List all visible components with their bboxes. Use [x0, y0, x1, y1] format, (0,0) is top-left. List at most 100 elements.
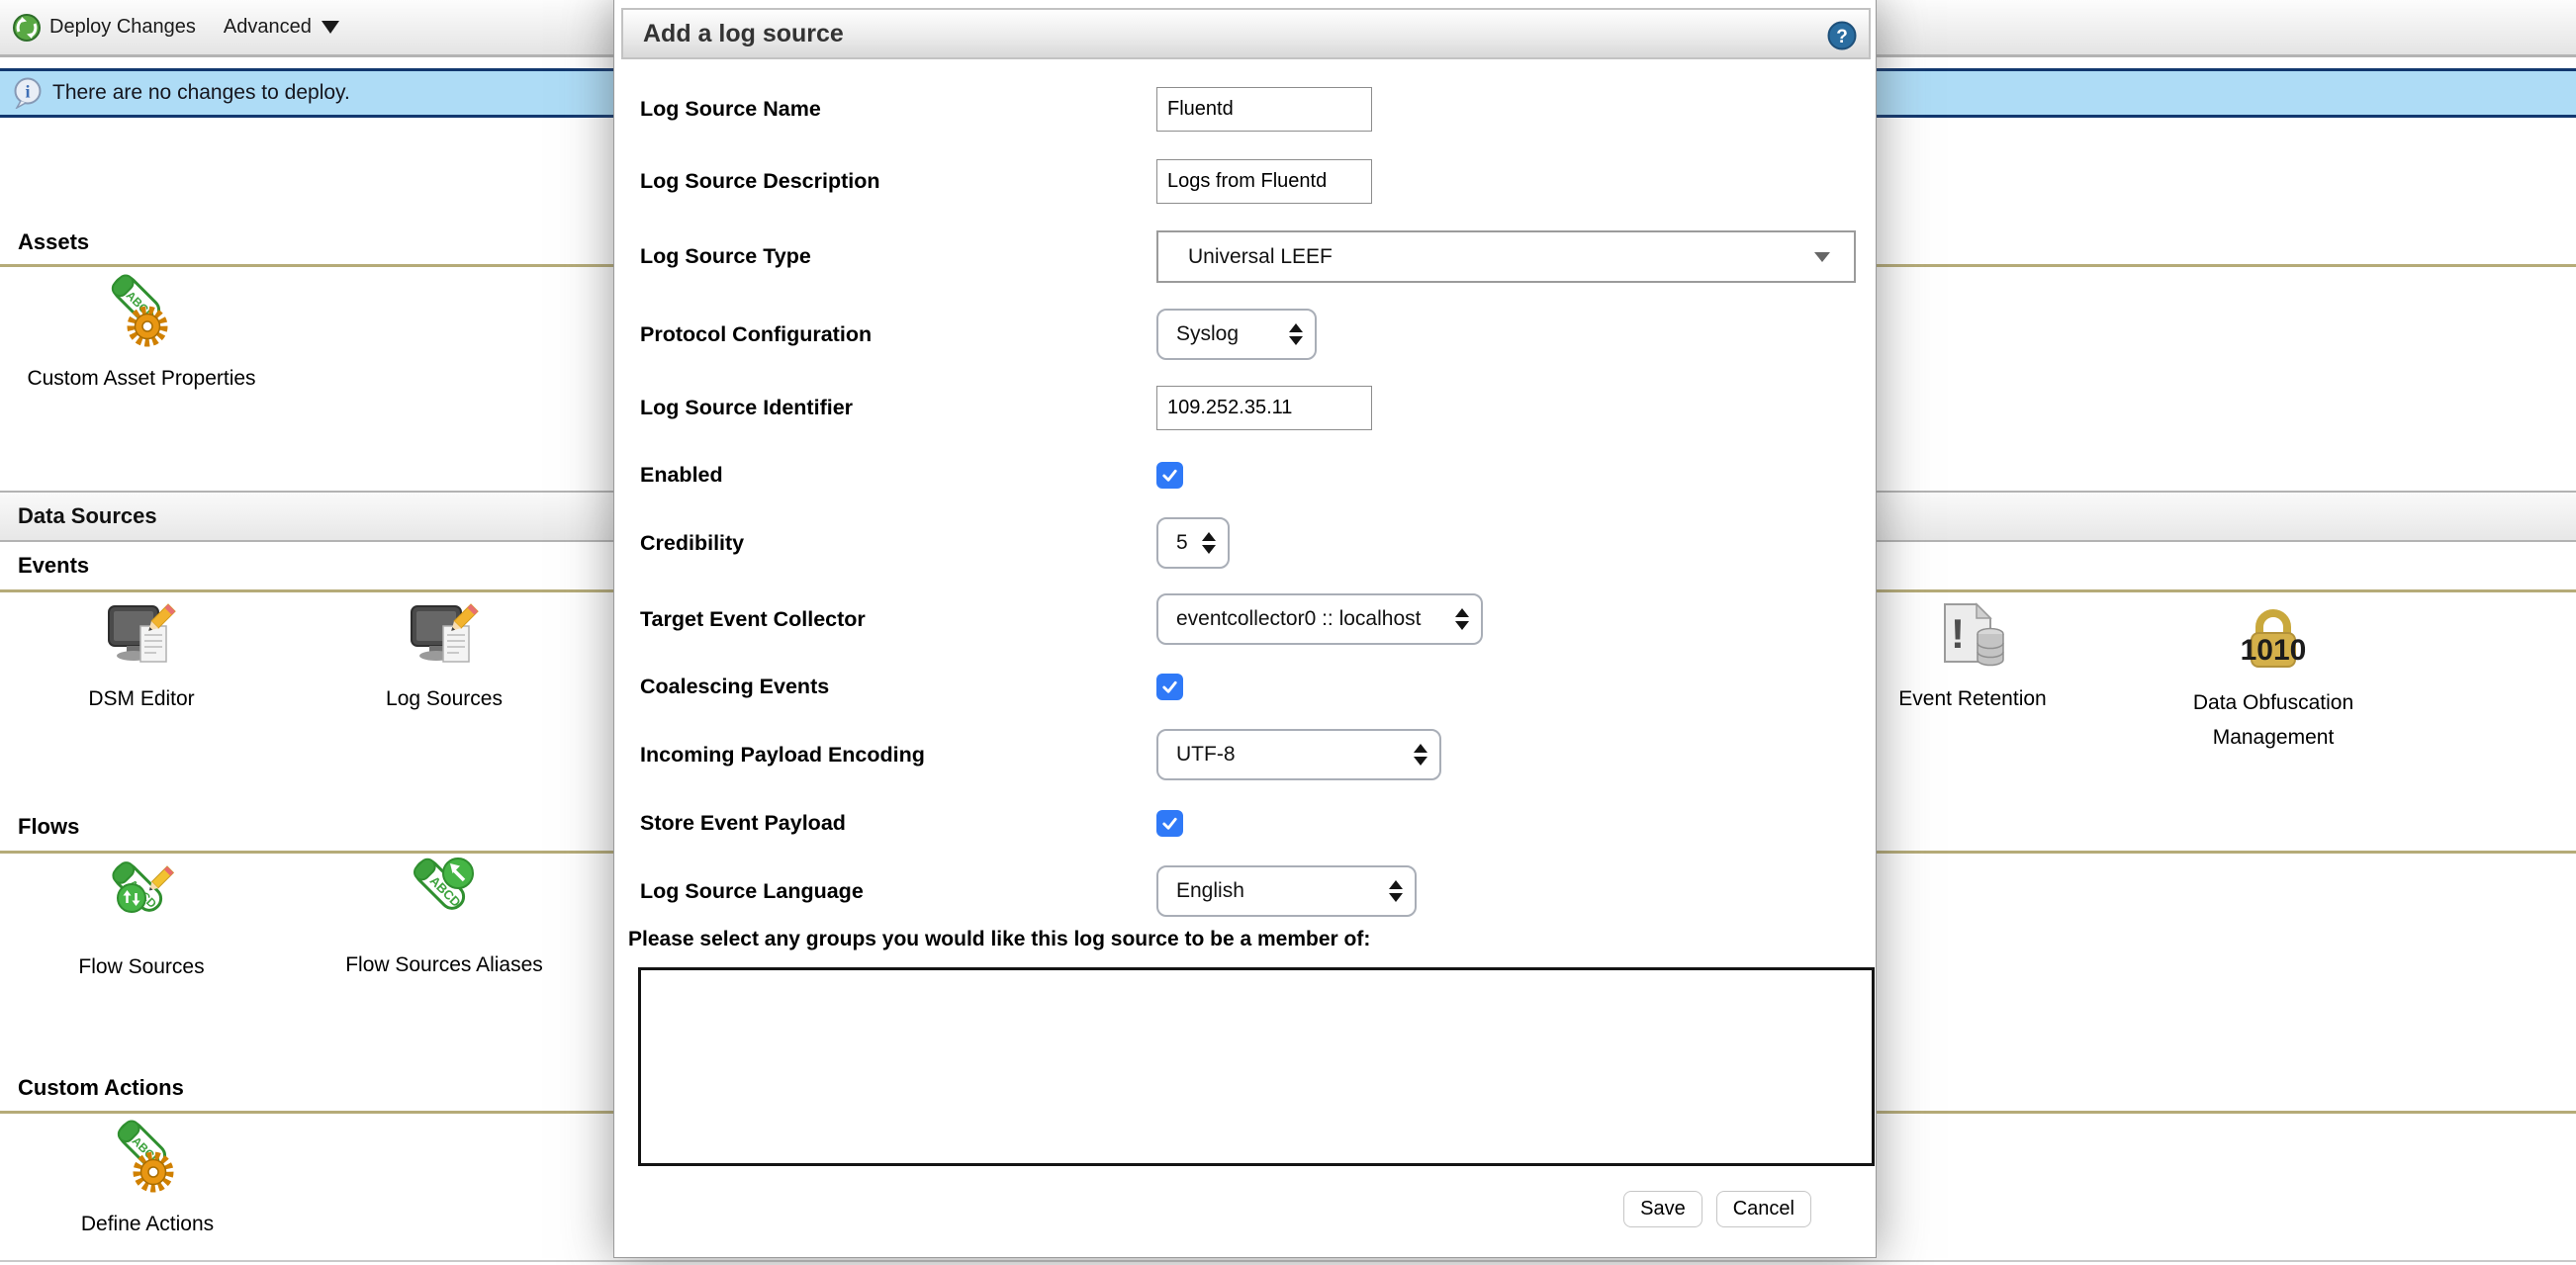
checkmark-icon	[1160, 814, 1179, 833]
shortcut-data-obfuscation-management[interactable]: 1010 Data Obfuscation Management	[2132, 602, 2415, 755]
shortcut-label: Data Obfuscation Management	[2132, 685, 2415, 755]
spinner-arrows-icon	[1402, 744, 1427, 766]
field-label: Coalescing Events	[640, 675, 1156, 699]
save-button[interactable]: Save	[1623, 1191, 1702, 1227]
field-row-log-source-name: Log Source Name	[640, 87, 1372, 132]
section-header-custom-actions: Custom Actions	[18, 1075, 184, 1101]
shortcut-custom-asset-properties[interactable]: ABCD Custom Asset Properties	[0, 274, 283, 396]
field-label: Log Source Type	[640, 244, 1156, 269]
svg-text:1010: 1010	[2241, 634, 2307, 667]
select-value: UTF-8	[1176, 743, 1236, 767]
field-row-target-event-collector: Target Event Collector eventcollector0 :…	[640, 593, 1483, 645]
groups-prompt: Please select any groups you would like …	[628, 928, 1370, 951]
shortcut-label: Log Sources	[303, 681, 586, 716]
data-obfuscation-icon: 1010	[2237, 602, 2310, 674]
help-icon[interactable]: ?	[1827, 21, 1857, 50]
field-row-log-source-identifier: Log Source Identifier	[640, 386, 1372, 430]
groups-listbox[interactable]	[638, 967, 1875, 1166]
spinner-arrows-icon	[1377, 880, 1403, 902]
svg-text:!: !	[1951, 610, 1965, 657]
checkmark-icon	[1160, 466, 1179, 485]
spinner-arrows-icon	[1194, 532, 1216, 554]
select-value: English	[1176, 879, 1244, 903]
caret-down-icon	[1814, 252, 1830, 262]
advanced-label: Advanced	[224, 16, 312, 39]
section-rule	[0, 1260, 2576, 1262]
deploy-icon	[12, 13, 42, 43]
shortcut-label: Define Actions	[6, 1207, 289, 1241]
checkmark-icon	[1160, 678, 1179, 696]
spinner-arrows-icon	[1449, 608, 1469, 630]
field-label: Store Event Payload	[640, 811, 1156, 836]
flow-sources-aliases-icon: ABCD	[403, 853, 486, 936]
log-sources-icon	[408, 602, 481, 670]
field-label: Target Event Collector	[640, 607, 1156, 632]
store-event-payload-checkbox[interactable]	[1156, 810, 1183, 837]
cancel-button[interactable]: Cancel	[1716, 1191, 1811, 1227]
shortcut-flow-sources[interactable]: ABCD Flow Sources	[0, 858, 283, 984]
shortcut-dsm-editor[interactable]: DSM Editor	[0, 602, 283, 716]
svg-text:?: ?	[1836, 27, 1848, 47]
shortcut-label: Custom Asset Properties	[0, 361, 283, 396]
define-actions-icon: ABCD	[110, 1120, 185, 1195]
section-header-assets: Assets	[18, 229, 89, 255]
banner-message: There are no changes to deploy.	[52, 81, 350, 105]
field-row-coalescing-events: Coalescing Events	[640, 674, 1183, 700]
field-label: Log Source Language	[640, 879, 1156, 904]
dialog-titlebar: Add a log source ?	[621, 8, 1871, 59]
field-label: Log Source Name	[640, 97, 1156, 122]
advanced-menu-button[interactable]: Advanced	[224, 16, 339, 39]
combo-value: Universal LEEF	[1188, 245, 1333, 269]
field-label: Log Source Identifier	[640, 396, 1156, 420]
dsm-editor-icon	[105, 602, 178, 670]
field-row-incoming-payload-encoding: Incoming Payload Encoding UTF-8	[640, 729, 1441, 780]
target-event-collector-select[interactable]: eventcollector0 :: localhost	[1156, 593, 1483, 645]
field-label: Incoming Payload Encoding	[640, 743, 1156, 768]
incoming-payload-encoding-select[interactable]: UTF-8	[1156, 729, 1441, 780]
spinner-arrows-icon	[1277, 323, 1303, 345]
section-header-events: Events	[18, 553, 89, 579]
field-label: Enabled	[640, 463, 1156, 488]
shortcut-flow-sources-aliases[interactable]: ABCD Flow Sources Aliases	[303, 853, 586, 982]
field-row-store-event-payload: Store Event Payload	[640, 810, 1183, 837]
dialog-title: Add a log source	[643, 20, 844, 48]
select-value: eventcollector0 :: localhost	[1176, 607, 1421, 631]
shortcut-log-sources[interactable]: Log Sources	[303, 602, 586, 716]
field-label: Protocol Configuration	[640, 322, 1156, 347]
select-value: 5	[1176, 531, 1188, 555]
credibility-select[interactable]: 5	[1156, 517, 1230, 569]
field-row-log-source-type: Log Source Type Universal LEEF	[640, 230, 1856, 283]
field-label: Credibility	[640, 531, 1156, 556]
shortcut-define-actions[interactable]: ABCD Define Actions	[6, 1120, 289, 1241]
add-log-source-dialog: Add a log source ? Log Source Name Log S…	[613, 0, 1877, 1258]
dialog-buttons: Save Cancel	[1623, 1191, 1811, 1227]
caret-down-icon	[322, 21, 339, 34]
field-row-credibility: Credibility 5	[640, 517, 1230, 569]
shortcut-label: Flow Sources Aliases	[303, 948, 586, 982]
enabled-checkbox[interactable]	[1156, 462, 1183, 489]
shortcut-label: DSM Editor	[0, 681, 283, 716]
select-value: Syslog	[1176, 322, 1239, 346]
section-header-flows: Flows	[18, 814, 79, 840]
section-header-data-sources: Data Sources	[18, 503, 157, 529]
shortcut-label: Flow Sources	[0, 949, 283, 984]
svg-text:i: i	[25, 82, 30, 102]
coalescing-events-checkbox[interactable]	[1156, 674, 1183, 700]
info-icon: i	[13, 77, 43, 109]
log-source-description-input[interactable]	[1156, 159, 1372, 204]
log-source-language-select[interactable]: English	[1156, 865, 1417, 917]
deploy-changes-button[interactable]: Deploy Changes	[12, 13, 196, 43]
deploy-changes-label: Deploy Changes	[49, 16, 196, 39]
flow-sources-icon: ABCD	[102, 858, 181, 938]
protocol-configuration-select[interactable]: Syslog	[1156, 309, 1317, 360]
log-source-name-input[interactable]	[1156, 87, 1372, 132]
field-label: Log Source Description	[640, 169, 1156, 194]
log-source-type-combo[interactable]: Universal LEEF	[1156, 230, 1856, 283]
event-retention-icon: !	[1935, 602, 2010, 670]
field-row-log-source-description: Log Source Description	[640, 159, 1372, 204]
field-row-enabled: Enabled	[640, 462, 1183, 489]
log-source-identifier-input[interactable]	[1156, 386, 1372, 430]
field-row-protocol-configuration: Protocol Configuration Syslog	[640, 309, 1317, 360]
field-row-log-source-language: Log Source Language English	[640, 865, 1417, 917]
asset-properties-icon: ABCD	[104, 274, 179, 349]
